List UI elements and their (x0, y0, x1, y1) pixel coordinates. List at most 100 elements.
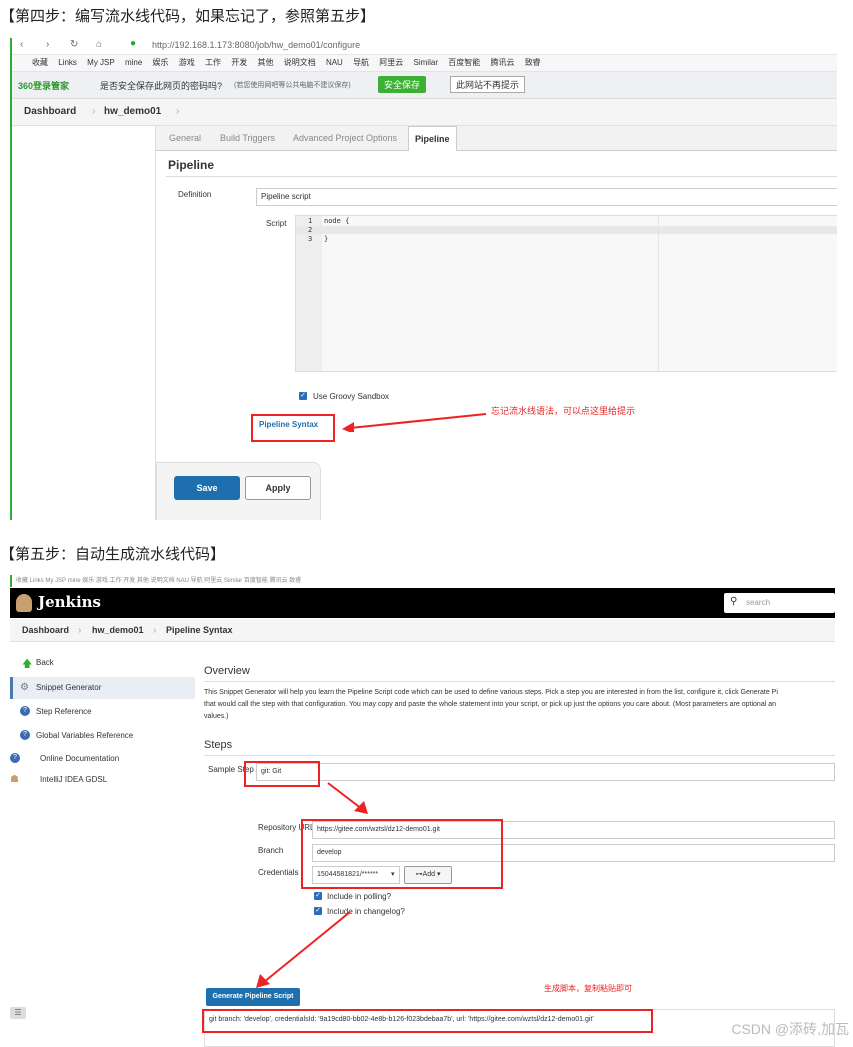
script-editor[interactable]: 1 node { 2 3 } (295, 215, 837, 372)
breadcrumb-dashboard[interactable]: Dashboard (24, 106, 76, 117)
bookmark-item[interactable]: 致睿 (525, 58, 541, 67)
code-line: } (324, 235, 329, 243)
line-number: 1 (308, 217, 313, 225)
bookmark-item[interactable]: 阿里云 (379, 58, 403, 67)
bookmark-item[interactable]: mine (125, 58, 142, 67)
shield-icon: ● (130, 38, 137, 49)
divider (204, 681, 835, 682)
highlight-box (301, 819, 503, 889)
sandbox-checkbox[interactable]: ✓ (299, 392, 307, 400)
sample-step-select[interactable]: git: Git (256, 763, 835, 781)
bookmark-item[interactable]: 收藏 (32, 58, 48, 67)
back-arrow-icon: 🡅 (22, 659, 33, 670)
tab-general[interactable]: General (169, 126, 201, 150)
search-box[interactable]: ⚲ search (724, 593, 835, 613)
never-prompt-button[interactable]: 此网站不再提示 (450, 76, 526, 93)
watermark: CSDN @添砖,加瓦 (731, 1021, 849, 1037)
highlight-box (244, 761, 320, 787)
save-question: 是否安全保存此网页的密码吗? (100, 81, 223, 91)
browser-nav-bar: ‹ › ↻ ⌂ ● http://192.168.1.173:8080/job/… (12, 38, 837, 55)
script-label: Script (266, 219, 287, 228)
list-icon[interactable]: ☰ (10, 1007, 26, 1019)
bookmark-item[interactable]: Links (58, 58, 77, 67)
bookmark-item[interactable]: 导航 (353, 58, 369, 67)
definition-label: Definition (178, 190, 212, 199)
breadcrumb-dashboard[interactable]: Dashboard (22, 625, 69, 635)
bookmark-item[interactable]: 游戏 (179, 58, 195, 67)
pipeline-syntax-link[interactable]: Pipeline Syntax (259, 420, 318, 429)
breadcrumb-job[interactable]: hw_demo01 (104, 106, 161, 117)
active-line (296, 226, 837, 234)
overview-text: This Snippet Generator will help you lea… (204, 689, 778, 696)
sidebar-item-snippet-generator[interactable]: Snippet Generator (36, 683, 101, 692)
save-button[interactable]: Save (174, 476, 240, 500)
arrow-annotation (256, 911, 351, 988)
arrow-annotation (327, 782, 368, 814)
chevron-right-icon: › (92, 106, 96, 117)
branch-label: Branch (258, 846, 284, 855)
sidebar-item-back[interactable]: Back (36, 658, 54, 667)
bookmark-item[interactable]: 工作 (205, 58, 221, 67)
sidebar-item-online-docs[interactable]: Online Documentation (40, 754, 119, 763)
help-icon: ? (10, 753, 20, 763)
print-margin (658, 216, 659, 371)
sidebar-item-idea-gdsl[interactable]: IntelliJ IDEA GDSL (40, 775, 107, 784)
overview-title: Overview (204, 665, 250, 677)
generated-script: git branch: 'develop', credentialsId: '9… (209, 1016, 594, 1023)
bookmark-item[interactable]: 说明文档 (284, 58, 316, 67)
bookmark-item[interactable]: NAU (326, 58, 343, 67)
overview-text: values.) (204, 713, 229, 720)
safe-save-button[interactable]: 安全保存 (378, 76, 427, 93)
polling-checkbox[interactable]: ✓ (314, 892, 322, 900)
generate-script-button[interactable]: Generate Pipeline Script (206, 988, 300, 1006)
line-number: 3 (308, 235, 313, 243)
bookmark-item[interactable]: 其他 (257, 58, 273, 67)
annotation-text: 生成脚本，复制粘贴即可 (544, 984, 632, 993)
forward-icon[interactable]: › (46, 39, 49, 50)
overview-text: that would call the step with that confi… (204, 701, 776, 708)
chevron-right-icon: › (176, 106, 180, 117)
steps-title: Steps (204, 739, 233, 751)
pipeline-syntax-screenshot: 收藏 Links My JSP mine 娱乐 游戏 工作 开发 其他 说明文档… (10, 575, 835, 1047)
sidebar-item-global-variables[interactable]: Global Variables Reference (36, 731, 133, 740)
search-icon: ⚲ (730, 596, 738, 607)
code-line: node { (324, 217, 350, 225)
tab-bar: General Build Triggers Advanced Project … (156, 126, 837, 151)
tab-pipeline[interactable]: Pipeline (408, 126, 457, 151)
breadcrumb-job[interactable]: hw_demo01 (92, 625, 144, 635)
step5-heading: 【第五步：自动生成流水线代码】 (0, 546, 226, 563)
tab-build-triggers[interactable]: Build Triggers (220, 126, 275, 150)
reload-icon[interactable]: ↻ (70, 39, 78, 50)
sidebar-item-step-reference[interactable]: Step Reference (36, 707, 92, 716)
bookmark-item[interactable]: Similar (414, 58, 438, 67)
help-icon: ? (20, 730, 30, 740)
bookmark-item[interactable]: My JSP (87, 58, 115, 67)
password-save-bar: 360登录管家 是否安全保存此网页的密码吗? (若您使用网吧等公共电脑不建议保存… (12, 72, 837, 99)
bookmark-item[interactable]: 娱乐 (153, 58, 169, 67)
back-icon[interactable]: ‹ (20, 39, 23, 50)
step4-heading: 【第四步：编写流水线代码，如果忘记了，参照第五步】 (0, 8, 376, 25)
home-icon[interactable]: ⌂ (96, 39, 102, 50)
jenkins-logo-icon (16, 594, 32, 612)
bookmarks-bar: 收藏 Links My JSP mine 娱乐 游戏 工作 开发 其他 说明文档… (12, 55, 837, 72)
search-input[interactable]: search (746, 598, 770, 607)
jenkins-head-icon: ☗ (10, 774, 19, 785)
breadcrumb-page[interactable]: Pipeline Syntax (166, 625, 233, 635)
bookmark-item[interactable]: 百度智能 (448, 58, 480, 67)
breadcrumb: Dashboard › hw_demo01 › (12, 99, 837, 126)
bookmark-item[interactable]: 腾讯云 (490, 58, 514, 67)
divider (204, 755, 835, 756)
address-bar[interactable]: http://192.168.1.173:8080/job/hw_demo01/… (152, 40, 360, 50)
definition-select[interactable]: Pipeline script (256, 188, 837, 206)
config-panel: General Build Triggers Advanced Project … (155, 126, 837, 520)
app-title[interactable]: Jenkins (38, 593, 101, 611)
section-title: Pipeline (168, 158, 215, 172)
bookmark-item[interactable]: 开发 (231, 58, 247, 67)
bookmarks-bar-faint: 收藏 Links My JSP mine 娱乐 游戏 工作 开发 其他 说明文档… (10, 575, 835, 587)
sandbox-label: Use Groovy Sandbox (313, 392, 390, 401)
apply-button[interactable]: Apply (245, 476, 311, 500)
annotation-text: 忘记流水线语法，可以点这里给提示 (491, 406, 636, 416)
divider (166, 176, 837, 177)
line-number: 2 (308, 226, 313, 234)
tab-advanced-project-options[interactable]: Advanced Project Options (293, 126, 397, 150)
